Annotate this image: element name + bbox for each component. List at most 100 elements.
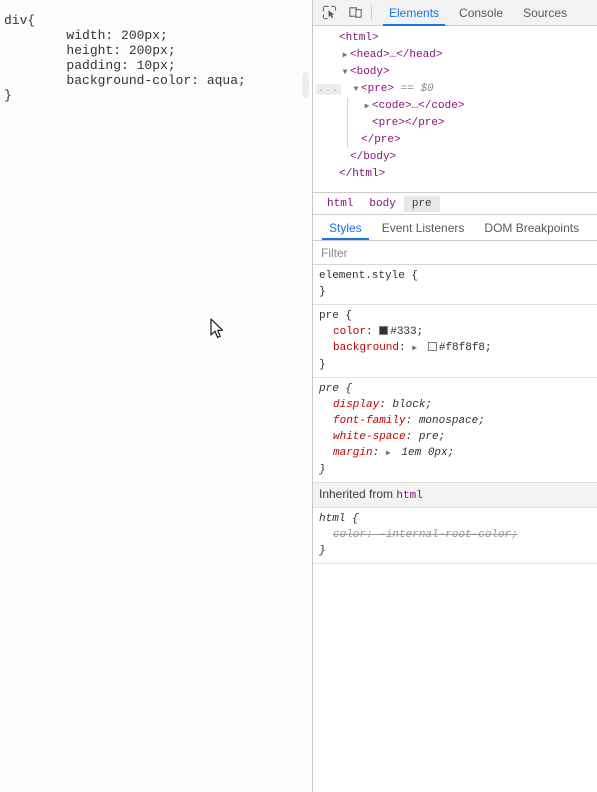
css-declaration[interactable]: font-family: monospace; [319, 413, 597, 429]
css-close-brace: } [319, 286, 326, 298]
dom-tree-node[interactable]: </body> [313, 149, 597, 166]
chevron-right-icon[interactable]: ▶ [386, 446, 395, 462]
css-property-value[interactable]: #333; [390, 326, 423, 338]
css-rule-block-1: pre {color: #333; background: ▶ #f8f8f8;} [313, 305, 597, 378]
chevron-down-icon[interactable]: ▼ [351, 81, 361, 98]
css-rule-selector-line[interactable]: pre { [319, 381, 597, 397]
css-property-value[interactable]: block; [392, 399, 432, 411]
css-rule-block-inherited-html: html {color: -internal-root-color;} [313, 508, 597, 564]
arrow-cursor-icon [210, 318, 224, 338]
tab-event-listeners[interactable]: Event Listeners [372, 215, 475, 240]
css-declaration[interactable]: color: -internal-root-color; [319, 527, 597, 543]
styles-pane: element.style {} pre {color: #333; backgro… [313, 265, 597, 792]
css-property-value[interactable]: monospace; [419, 415, 485, 427]
dom-node-label: <code>…</code> [372, 100, 465, 112]
tab-elements[interactable]: Elements [379, 0, 449, 26]
css-property-value[interactable]: 1em 0px; [401, 447, 454, 459]
css-colon: : [372, 447, 386, 459]
css-open-brace: { [345, 513, 359, 525]
dom-node-label: </body> [350, 151, 397, 163]
color-swatch[interactable] [427, 342, 437, 351]
devtools-tabstrip: Elements Console Sources [379, 0, 597, 26]
css-property-name[interactable]: background [333, 342, 399, 354]
dom-node-selected-marker: == $0 [394, 83, 434, 95]
tab-sources[interactable]: Sources [513, 0, 577, 26]
css-rule-block-0: element.style {} [313, 265, 597, 305]
tab-styles-label: Styles [329, 220, 362, 235]
css-property-name[interactable]: font-family [333, 415, 406, 427]
inspect-element-icon[interactable] [316, 1, 342, 25]
dom-node-label: <html> [339, 32, 379, 44]
css-open-brace: { [338, 383, 353, 395]
dom-tree-node[interactable]: </html> [313, 166, 597, 183]
breadcrumb-item-pre[interactable]: pre [403, 195, 440, 212]
tab-dom-breakpoints[interactable]: DOM Breakpoints [474, 215, 589, 240]
css-property-name[interactable]: color [333, 529, 366, 541]
dom-tree-node[interactable]: ▼ <body> [313, 64, 597, 81]
css-property-name[interactable]: white-space [333, 431, 406, 443]
tab-console-label: Console [459, 5, 504, 20]
dom-tree-node[interactable]: <html> [313, 30, 597, 47]
tab-styles[interactable]: Styles [319, 215, 372, 240]
styles-filter-bar [313, 241, 597, 265]
css-declaration[interactable]: color: #333; [319, 324, 597, 340]
dom-tree-node[interactable]: <pre></pre> [313, 115, 597, 132]
dom-tree-node[interactable]: ▶ <head>…</head> [313, 47, 597, 64]
css-property-name[interactable]: color [333, 326, 366, 338]
device-toolbar-icon[interactable] [342, 1, 368, 25]
css-declaration[interactable]: background: ▶ #f8f8f8; [319, 340, 597, 357]
styles-filter-input[interactable] [319, 244, 573, 261]
dom-node-label: <head>…</head> [350, 49, 443, 61]
css-rule-selector-line[interactable]: pre { [319, 308, 597, 324]
css-property-value[interactable]: pre; [419, 431, 445, 443]
inherited-from-tag[interactable]: html [396, 490, 422, 502]
css-close-brace: } [319, 464, 326, 476]
tab-event-listeners-label: Event Listeners [381, 220, 465, 235]
css-colon: : [405, 431, 419, 443]
color-swatch[interactable] [379, 326, 389, 335]
page-scrollbar[interactable] [302, 0, 309, 792]
css-close-brace: } [319, 359, 326, 371]
breadcrumb: html body pre [313, 193, 597, 215]
rendered-page-pane: div{ width: 200px; height: 200px; paddin… [0, 0, 313, 792]
chevron-right-icon[interactable]: ▶ [412, 341, 421, 357]
css-property-name[interactable]: margin [333, 447, 373, 459]
css-selector: pre [319, 310, 339, 322]
css-colon: : [366, 529, 380, 541]
tab-elements-label: Elements [389, 5, 440, 20]
css-property-name[interactable]: display [333, 399, 379, 411]
chevron-right-icon[interactable]: ▶ [362, 98, 372, 115]
dom-node-label: <pre></pre> [372, 117, 445, 129]
dom-node-more-badge[interactable]: ... [316, 84, 342, 95]
styles-tabstrip: Styles Event Listeners DOM Breakpoints [313, 215, 597, 241]
breadcrumb-item-html[interactable]: html [319, 196, 361, 212]
dom-tree[interactable]: <html> ▶ <head>…</head> ▼ <body>... ▼ <pre> ==… [313, 26, 597, 193]
devtools-panel: Elements Console Sources <html> ▶ <head>…<… [313, 0, 597, 792]
css-rule-block-2: pre {display: block; font-family: monospa… [313, 378, 597, 483]
css-property-value[interactable]: #f8f8f8; [439, 342, 492, 354]
page-scrollbar-thumb[interactable] [302, 72, 309, 98]
css-selector: element.style [319, 270, 405, 282]
css-rule-selector-line[interactable]: element.style { [319, 268, 597, 284]
css-declaration[interactable]: display: block; [319, 397, 597, 413]
chevron-right-icon[interactable]: ▶ [340, 47, 350, 64]
css-property-value[interactable]: -internal-root-color; [379, 529, 518, 541]
dom-tree-node[interactable]: ... ▼ <pre> == $0 [313, 81, 597, 98]
css-open-brace: { [338, 310, 353, 322]
dom-tree-node[interactable]: ▶ <code>…</code> [313, 98, 597, 115]
chevron-down-icon[interactable]: ▼ [340, 64, 350, 81]
dom-tree-node[interactable]: </pre> [313, 132, 597, 149]
dom-node-label: <body> [350, 66, 390, 78]
devtools-toolbar: Elements Console Sources [313, 0, 597, 26]
css-declaration[interactable]: margin: ▶ 1em 0px; [319, 445, 597, 462]
css-colon: : [399, 342, 413, 354]
css-colon: : [405, 415, 419, 427]
dom-node-label: </html> [339, 168, 386, 180]
css-rule-selector-line[interactable]: html { [319, 511, 597, 527]
page-code-block: div{ width: 200px; height: 200px; paddin… [4, 13, 246, 103]
inherited-from-header: Inherited from html [313, 483, 597, 508]
toolbar-divider [371, 5, 372, 20]
breadcrumb-item-body[interactable]: body [361, 196, 403, 212]
css-declaration[interactable]: white-space: pre; [319, 429, 597, 445]
tab-console[interactable]: Console [449, 0, 513, 26]
